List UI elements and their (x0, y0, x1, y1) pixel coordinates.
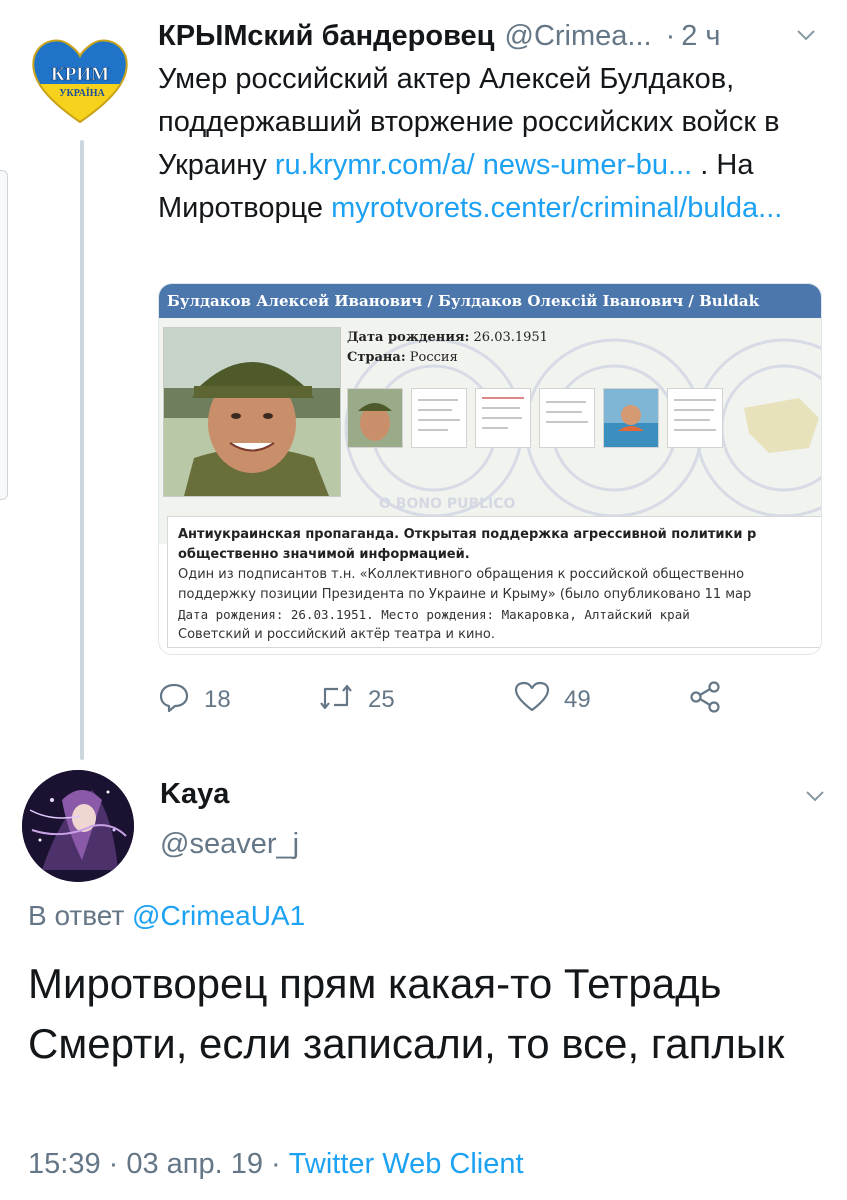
tweet-actions: 18 25 49 (158, 680, 758, 720)
reply-tweet-text: Миротворец прям какая-то Тетрадь Смерти,… (28, 960, 785, 1067)
person-photo (164, 328, 340, 496)
tweet-time[interactable]: 2 ч (681, 20, 720, 53)
avatar-text-ukraina: УКРАЇНА (59, 86, 105, 99)
thread-connector-line (80, 140, 84, 760)
desc-line: поддержку позиции Президента по Украине … (178, 587, 752, 602)
parent-tweet-text: Умер российский актер Алексей Булдаков, … (158, 58, 838, 230)
evidence-thumbnails (347, 388, 817, 448)
thumbnail[interactable] (411, 388, 467, 448)
profile-photo[interactable] (163, 327, 341, 497)
share-button[interactable] (688, 680, 736, 720)
client-link[interactable]: Twitter Web Client (289, 1148, 524, 1180)
dob-value: 26.03.1951 (473, 330, 548, 345)
reply-author-avatar[interactable] (22, 770, 134, 882)
embedded-image-card[interactable]: Булдаков Алексей Иванович / Булдаков Оле… (158, 283, 822, 655)
reply-author-handle[interactable]: @seaver_j (160, 828, 299, 861)
profile-meta: Дата рождения: 26.03.1951 Страна: Россия (347, 328, 548, 368)
thumbnail[interactable] (347, 388, 403, 448)
thumbnail[interactable] (667, 388, 723, 448)
retweet-button[interactable]: 25 (318, 680, 395, 720)
card-title: Булдаков Алексей Иванович / Булдаков Оле… (159, 284, 821, 318)
author-handle[interactable]: @Crimea... (505, 20, 652, 53)
author-avatar[interactable]: КРИМ УКРАЇНА (22, 22, 138, 138)
share-icon (688, 680, 736, 721)
myrotvorets-link[interactable]: myrotvorets.center/criminal/bulda... (331, 192, 782, 224)
reply-timestamp[interactable]: 15:39 · 03 апр. 19 · (28, 1148, 289, 1180)
avatar-text-krym: КРИМ (51, 64, 109, 85)
reply-author-name[interactable]: Kaya (160, 778, 229, 811)
separator-dot: · (665, 19, 676, 52)
parent-tweet-header: КРЫМский бандеровец @Crimea... · 2 ч (158, 14, 838, 58)
like-count: 49 (564, 686, 591, 713)
reply-button[interactable]: 18 (158, 680, 231, 720)
dob-label: Дата рождения: (347, 330, 470, 345)
reply-count: 18 (204, 686, 231, 713)
desc-line: Один из подписантов т.н. «Коллективного … (178, 567, 745, 582)
side-panel-handle[interactable] (0, 170, 8, 500)
country-value: Россия (409, 350, 458, 365)
like-button[interactable]: 49 (514, 680, 591, 720)
chevron-down-icon[interactable] (794, 22, 818, 46)
thumbnail[interactable] (475, 388, 531, 448)
retweet-icon (318, 681, 368, 720)
author-name[interactable]: КРЫМский бандеровец (158, 20, 495, 53)
reply-tweet-meta: 15:39 · 03 апр. 19 · Twitter Web Client (28, 1148, 524, 1181)
like-icon (514, 681, 564, 720)
desc-heading: Антиукраинская пропаганда. Открытая подд… (178, 527, 757, 542)
card-description: Антиукраинская пропаганда. Открытая подд… (167, 516, 821, 648)
desc-line: Дата рождения: 26.03.1951. Место рождени… (178, 607, 690, 622)
crimea-ukraine-heart-logo: КРИМ УКРАЇНА (32, 39, 128, 124)
chevron-down-icon[interactable] (803, 784, 827, 808)
thumbnail[interactable] (603, 388, 659, 448)
watermark-text: O BONO PUBLICO (379, 496, 516, 512)
reply-prefix: В ответ (28, 900, 125, 931)
reply-icon (158, 681, 204, 720)
desc-heading: общественно значимой информацией. (178, 547, 470, 562)
article-link[interactable]: ru.krymr.com/a/ news-umer-bu... (275, 149, 692, 181)
thumbnail[interactable] (539, 388, 595, 448)
country-label: Страна: (347, 350, 406, 365)
retweet-count: 25 (368, 686, 395, 713)
anime-avatar-image (22, 770, 134, 882)
reply-to-handle[interactable]: @CrimeaUA1 (132, 900, 305, 931)
desc-line: Советский и российский актёр театра и ки… (178, 627, 496, 642)
reply-context: В ответ @CrimeaUA1 (28, 900, 305, 932)
